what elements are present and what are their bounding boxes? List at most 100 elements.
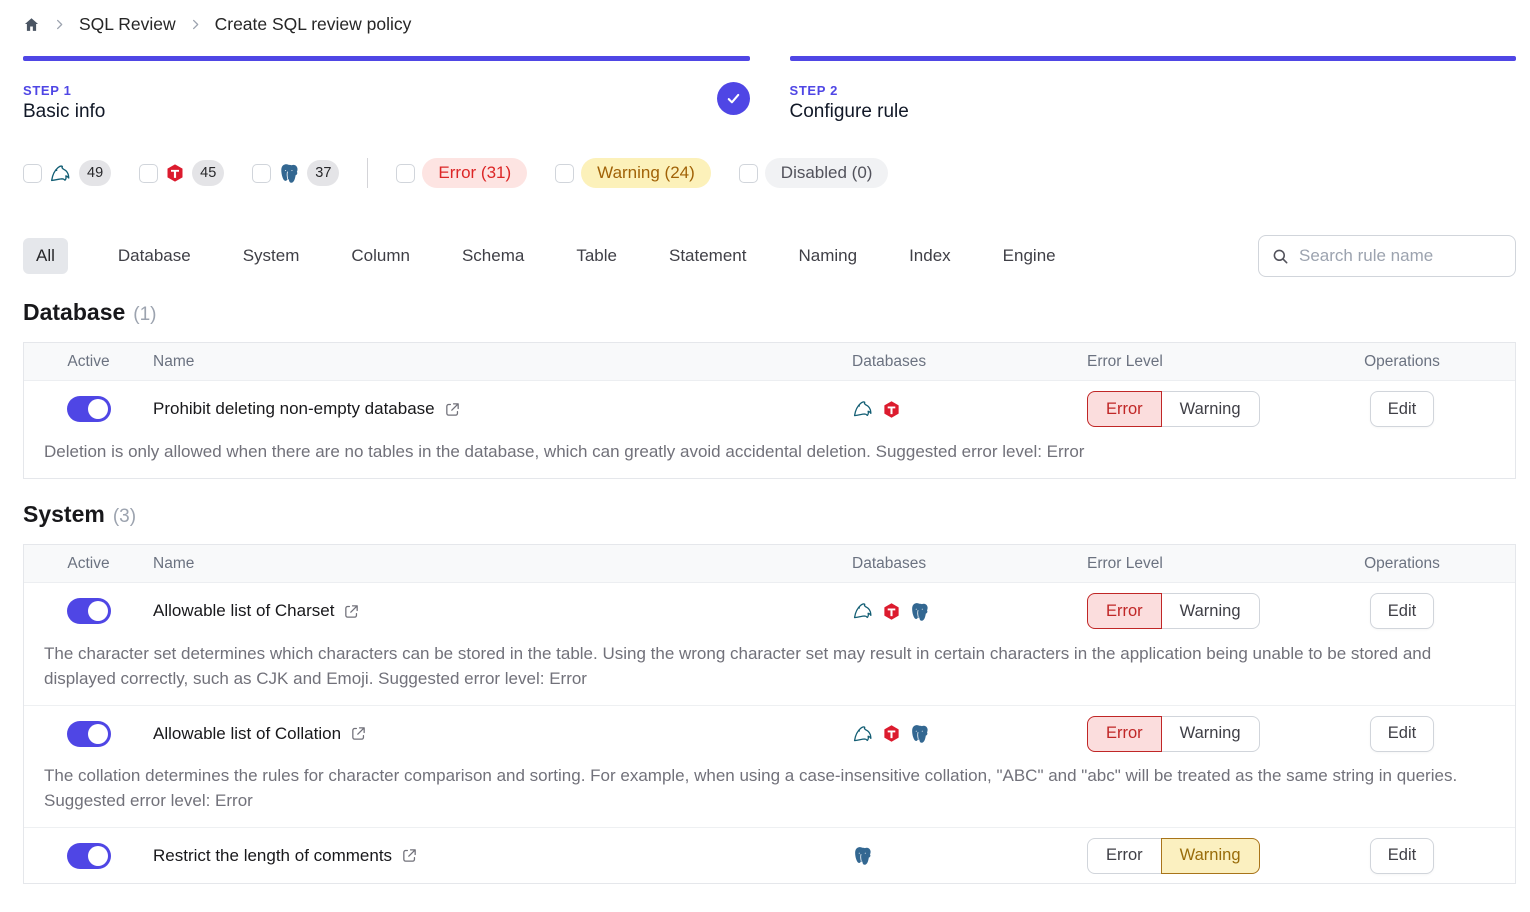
step-2-configure-rule[interactable]: STEP 2 Configure rule	[790, 56, 1517, 123]
tab-schema[interactable]: Schema	[460, 238, 526, 274]
tidb-icon	[882, 602, 901, 621]
mysql-filter-checkbox[interactable]	[23, 164, 42, 183]
filter-level-disabled: Disabled (0)	[739, 158, 889, 188]
chevron-right-icon	[188, 17, 203, 32]
table-header-row: Active Name Databases Error Level Operat…	[24, 545, 1515, 583]
edit-rule-button[interactable]: Edit	[1370, 391, 1434, 427]
step-1-progress-bar	[23, 56, 750, 61]
disabled-filter-checkbox[interactable]	[739, 164, 758, 183]
column-header-error-level: Error Level	[1079, 353, 1289, 371]
external-link-icon[interactable]	[350, 725, 367, 742]
column-header-name: Name	[153, 555, 844, 573]
step-2-title: Configure rule	[790, 101, 1517, 123]
external-link-icon[interactable]	[444, 401, 461, 418]
category-tabs-row: All Database System Column Schema Table …	[23, 235, 1516, 277]
column-header-operations: Operations	[1289, 555, 1515, 573]
rule-search-box[interactable]	[1258, 235, 1516, 277]
section-heading-database: Database (1)	[23, 299, 1516, 326]
tab-system[interactable]: System	[241, 238, 302, 274]
error-filter-checkbox[interactable]	[396, 164, 415, 183]
column-header-active: Active	[24, 353, 153, 371]
error-level-warning-button[interactable]: Warning	[1161, 391, 1260, 427]
error-level-warning-button[interactable]: Warning	[1161, 838, 1260, 874]
mysql-icon	[852, 600, 874, 622]
tab-all[interactable]: All	[23, 238, 68, 274]
column-header-databases: Databases	[844, 353, 1079, 371]
error-level-error-button[interactable]: Error	[1087, 593, 1162, 629]
external-link-icon[interactable]	[343, 603, 360, 620]
rule-row-allowable-list-of-collation: Allowable list of Collation Error Warnin…	[24, 705, 1515, 761]
section-title: Database	[23, 299, 125, 326]
section-heading-system: System (3)	[23, 501, 1516, 528]
rule-description: The collation determines the rules for c…	[24, 761, 1515, 827]
tab-engine[interactable]: Engine	[1001, 238, 1058, 274]
breadcrumb: SQL Review Create SQL review policy	[23, 0, 1516, 36]
filter-divider	[367, 158, 368, 188]
search-icon	[1271, 247, 1290, 266]
database-rules-table: Active Name Databases Error Level Operat…	[23, 342, 1516, 479]
rule-name: Restrict the length of comments	[153, 846, 392, 866]
rule-name: Prohibit deleting non-empty database	[153, 399, 435, 419]
edit-rule-button[interactable]: Edit	[1370, 716, 1434, 752]
step-1-title: Basic info	[23, 101, 750, 123]
chevron-right-icon	[52, 17, 67, 32]
rule-name: Allowable list of Charset	[153, 601, 334, 621]
disabled-count-pill: Disabled (0)	[765, 158, 889, 188]
active-toggle[interactable]	[67, 598, 111, 624]
filter-engine-mysql: 49	[23, 160, 111, 186]
error-level-warning-button[interactable]: Warning	[1161, 593, 1260, 629]
check-icon	[724, 89, 743, 108]
wizard-steps: STEP 1 Basic info STEP 2 Configure rule	[23, 56, 1516, 123]
rule-name: Allowable list of Collation	[153, 724, 341, 744]
category-tabs: All Database System Column Schema Table …	[23, 238, 1058, 274]
tidb-filter-checkbox[interactable]	[139, 164, 158, 183]
rule-row-prohibit-deleting-non-empty-database: Prohibit deleting non-empty database Err…	[24, 381, 1515, 437]
external-link-icon[interactable]	[401, 847, 418, 864]
edit-rule-button[interactable]: Edit	[1370, 593, 1434, 629]
mysql-icon	[852, 398, 874, 420]
rule-description: The character set determines which chara…	[24, 639, 1515, 705]
column-header-databases: Databases	[844, 555, 1079, 573]
section-count: (3)	[113, 506, 136, 528]
tab-column[interactable]: Column	[349, 238, 412, 274]
home-icon[interactable]	[23, 16, 40, 33]
error-level-segmented-control: Error Warning	[1087, 593, 1260, 629]
tab-database[interactable]: Database	[116, 238, 193, 274]
rule-engines	[844, 600, 1079, 622]
postgresql-icon	[909, 601, 930, 622]
rule-engines	[844, 723, 1079, 745]
tab-statement[interactable]: Statement	[667, 238, 749, 274]
step-1-basic-info[interactable]: STEP 1 Basic info	[23, 56, 750, 123]
warning-count-pill: Warning (24)	[581, 158, 711, 188]
active-toggle[interactable]	[67, 843, 111, 869]
active-toggle[interactable]	[67, 721, 111, 747]
tidb-icon	[165, 163, 185, 183]
tab-table[interactable]: Table	[574, 238, 619, 274]
active-toggle[interactable]	[67, 396, 111, 422]
tidb-rule-count: 45	[192, 160, 224, 186]
tidb-icon	[882, 400, 901, 419]
rule-engines	[844, 845, 1079, 866]
tab-index[interactable]: Index	[907, 238, 953, 274]
postgresql-icon	[852, 845, 873, 866]
error-count-pill: Error (31)	[422, 158, 527, 188]
error-level-error-button[interactable]: Error	[1087, 838, 1162, 874]
error-level-error-button[interactable]: Error	[1087, 391, 1162, 427]
edit-rule-button[interactable]: Edit	[1370, 838, 1434, 874]
error-level-warning-button[interactable]: Warning	[1161, 716, 1260, 752]
tab-naming[interactable]: Naming	[796, 238, 859, 274]
search-input[interactable]	[1299, 246, 1503, 266]
rule-row-restrict-the-length-of-comments: Restrict the length of comments Error Wa…	[24, 827, 1515, 883]
warning-filter-checkbox[interactable]	[555, 164, 574, 183]
postgresql-filter-checkbox[interactable]	[252, 164, 271, 183]
step-1-label: STEP 1	[23, 83, 750, 98]
table-header-row: Active Name Databases Error Level Operat…	[24, 343, 1515, 381]
error-level-segmented-control: Error Warning	[1087, 716, 1260, 752]
error-level-error-button[interactable]: Error	[1087, 716, 1162, 752]
filter-level-error: Error (31)	[396, 158, 527, 188]
column-header-error-level: Error Level	[1079, 555, 1289, 573]
filter-level-warning: Warning (24)	[555, 158, 711, 188]
breadcrumb-sql-review[interactable]: SQL Review	[79, 14, 176, 35]
step-2-label: STEP 2	[790, 83, 1517, 98]
rule-row-allowable-list-of-charset: Allowable list of Charset Error Warning …	[24, 583, 1515, 639]
